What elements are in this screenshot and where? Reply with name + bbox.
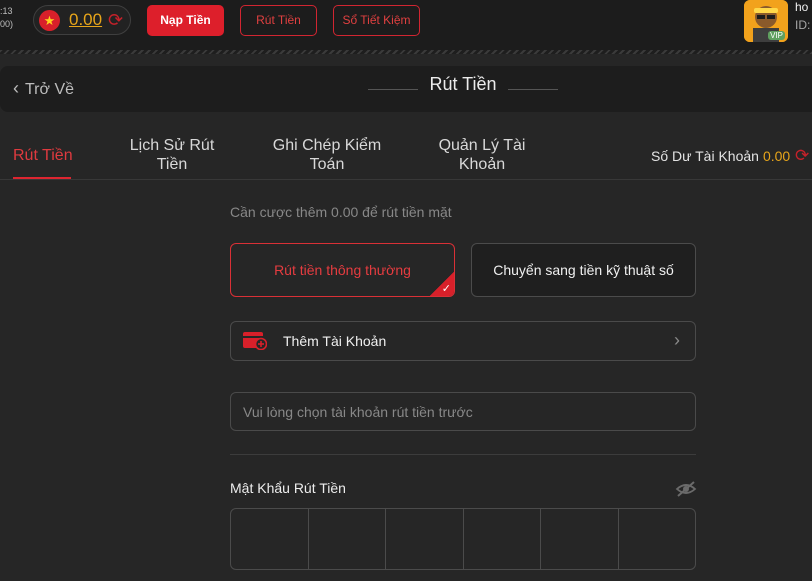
title-ornament-left: [368, 89, 418, 90]
pin-digit[interactable]: [386, 509, 464, 569]
refresh-icon[interactable]: ⟳: [108, 10, 128, 30]
pin-digit[interactable]: [619, 509, 696, 569]
refresh-icon[interactable]: ⟳: [795, 146, 809, 166]
wager-hint: Cần cược thêm 0.00 để rút tiền mặt: [230, 204, 452, 220]
pin-digit[interactable]: [541, 509, 619, 569]
normal-withdraw-label: Rút tiền thông thường: [274, 262, 411, 278]
eye-off-icon[interactable]: [675, 480, 697, 498]
tab-label-line1: Quản Lý Tài: [438, 137, 526, 154]
savings-button[interactable]: Sổ Tiết Kiệm: [333, 5, 420, 36]
normal-withdraw-option[interactable]: Rút tiền thông thường ✓: [230, 243, 455, 297]
chevron-right-icon: ›: [674, 330, 680, 350]
back-label: Trở Về: [25, 81, 75, 98]
title-ornament-right: [508, 89, 558, 90]
tab-withdraw-label: Rút Tiền: [13, 147, 73, 164]
user-name: ho: [795, 0, 809, 14]
pin-digit[interactable]: [464, 509, 541, 569]
add-account-button[interactable]: Thêm Tài Khoản ›: [230, 321, 696, 361]
title-group: Rút Tiền: [368, 74, 558, 95]
password-label: Mật Khẩu Rút Tiền: [230, 480, 346, 496]
tab-label-line2: Khoản: [458, 156, 506, 173]
tab-label-line1: Lịch Sử Rút: [129, 137, 215, 154]
top-bar: :13 00) ★ 0.00 ⟳ Nạp Tiền Rút Tiền Sổ Ti…: [0, 0, 812, 50]
avatar[interactable]: VIP: [744, 0, 788, 42]
clock-time: :13: [0, 6, 13, 16]
tab-label-line2: Toán: [309, 156, 345, 173]
back-button[interactable]: ‹ Trở Về: [13, 78, 74, 99]
tab-audit-records[interactable]: Ghi Chép Kiểm Toán: [266, 136, 388, 174]
select-placeholder: Vui lòng chọn tài khoản rút tiền trước: [243, 404, 473, 420]
digital-currency-option[interactable]: Chuyển sang tiền kỹ thuật số: [471, 243, 696, 297]
balance-label: Số Dư Tài Khoản: [651, 148, 759, 164]
balance-value: 0.00: [762, 148, 791, 164]
vietnam-flag-icon: ★: [39, 10, 60, 31]
wallet-add-icon: [243, 332, 267, 350]
deposit-button[interactable]: Nạp Tiền: [147, 5, 224, 36]
check-icon: ✓: [441, 283, 451, 295]
pin-digit[interactable]: [309, 509, 386, 569]
tab-withdraw[interactable]: Rút Tiền: [13, 146, 73, 165]
add-account-label: Thêm Tài Khoản: [283, 333, 387, 349]
tab-account-management[interactable]: Quản Lý Tài Khoản: [432, 136, 532, 174]
account-balance: Số Dư Tài Khoản 0.00: [651, 148, 790, 164]
wallet-amount[interactable]: 0.00: [69, 10, 102, 30]
vip-badge: VIP: [768, 31, 785, 40]
digital-currency-label: Chuyển sang tiền kỹ thuật số: [493, 262, 674, 278]
user-id: ID:: [795, 18, 811, 32]
decorative-stripe: [0, 50, 812, 54]
active-tab-indicator: [13, 177, 71, 179]
clock-zone: 00): [0, 19, 14, 29]
page-header: ‹ Trở Về Rút Tiền: [0, 66, 812, 112]
selected-marker: ✓: [430, 272, 454, 296]
divider: [230, 454, 696, 455]
wallet-pill[interactable]: ★ 0.00 ⟳: [33, 5, 131, 35]
page-title: Rút Tiền: [429, 74, 497, 94]
clock: :13 00): [0, 5, 13, 31]
password-pin-input[interactable]: [230, 508, 696, 570]
withdraw-account-select[interactable]: Vui lòng chọn tài khoản rút tiền trước: [230, 392, 696, 431]
tab-withdraw-history[interactable]: Lịch Sử Rút Tiền: [122, 136, 222, 174]
withdraw-button[interactable]: Rút Tiền: [240, 5, 317, 36]
tab-label-line2: Tiền: [156, 156, 188, 173]
chevron-left-icon: ‹: [13, 78, 19, 98]
tab-label-line1: Ghi Chép Kiểm: [272, 137, 382, 154]
pin-digit[interactable]: [231, 509, 309, 569]
